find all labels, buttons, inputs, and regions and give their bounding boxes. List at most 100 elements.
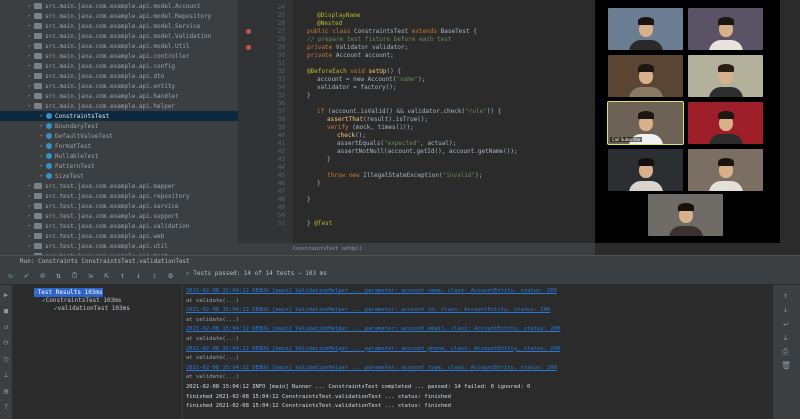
code-token: "invalid" xyxy=(442,172,476,179)
code-line: private Account account; xyxy=(307,52,394,60)
tree-item[interactable]: ▸ src.test.java.com.example.api.repositor… xyxy=(0,191,238,201)
tree-item[interactable]: ▸ FormatTest xyxy=(0,141,238,151)
scroll-to-end-icon[interactable]: ⤓ xyxy=(781,333,790,342)
tree-item[interactable]: ▸ src.main.java.com.example.api.handler xyxy=(0,91,238,101)
help-icon[interactable]: ? xyxy=(2,403,10,411)
breakpoint-icon[interactable] xyxy=(246,29,251,34)
line-number: 26 xyxy=(277,20,285,27)
tree-item[interactable]: ▸ DefaultValueTest xyxy=(0,131,238,141)
tree-item[interactable]: ▸ PatternTest xyxy=(0,161,238,171)
tree-item-label: NullableTest xyxy=(55,152,99,160)
breakpoint-icon[interactable] xyxy=(246,45,251,50)
line-number: 50 xyxy=(277,212,285,219)
tree-item[interactable]: ▸ src.main.java.com.example.api.entity xyxy=(0,81,238,91)
code-token: private xyxy=(307,44,336,51)
tree-item-label: ConstraintsTest xyxy=(55,112,110,120)
pass-filter-icon[interactable]: ✔ xyxy=(21,270,32,281)
tree-item[interactable]: ▸ src.main.java.com.example.api.model.Ser… xyxy=(0,21,238,31)
participant-body xyxy=(708,87,743,97)
tree-item[interactable]: ▸ src.main.java.com.example.api.dto xyxy=(0,71,238,81)
tree-item-label: src.main.java.com.example.api.handler xyxy=(45,92,179,100)
test-tree-label: Test Results 103ms xyxy=(37,289,103,296)
scroll-up-icon[interactable]: ↑ xyxy=(781,291,790,300)
participant-tile xyxy=(648,194,723,236)
breadcrumb[interactable]: ConstraintsTest setUp() xyxy=(238,243,595,255)
tree-item[interactable]: ▸ src.test.java.com.example.api.validatio… xyxy=(0,221,238,231)
trash-icon[interactable]: 🗑 xyxy=(781,361,791,370)
prev-failed-icon[interactable]: ↑ xyxy=(117,270,128,281)
tree-item[interactable]: ▸ src.main.java.com.example.api.model.Uti… xyxy=(0,41,238,51)
tree-item[interactable]: ▸ src.test.java.com.example.api.support xyxy=(0,211,238,221)
code-token: "rule" xyxy=(465,108,487,115)
participant-tile xyxy=(688,8,763,50)
ignored-filter-icon[interactable]: ⊘ xyxy=(37,270,48,281)
tree-item[interactable]: ▸ src.main.java.com.example.api.model.Val… xyxy=(0,31,238,41)
sort-duration-icon[interactable]: ⏱ xyxy=(69,270,80,281)
console-link[interactable]: 2021-02-08 15:04:12 DEBUG [main] Validat… xyxy=(186,365,557,373)
stop-icon[interactable]: ■ xyxy=(2,307,10,315)
line-number: 46 xyxy=(277,180,285,187)
code-line: assertEquals("expected", actual); xyxy=(337,140,456,148)
tree-item[interactable]: ▸ SizeTest xyxy=(0,171,238,181)
tree-item[interactable]: ▸ src.test.java.com.example.api.service xyxy=(0,201,238,211)
code-token: if xyxy=(317,108,328,115)
tree-item-label: src.test.java.com.example.api.web xyxy=(45,232,165,240)
participant-tile xyxy=(688,102,763,144)
folder-icon xyxy=(34,53,42,59)
tree-item-label: src.main.java.com.example.api.model.Serv… xyxy=(45,22,201,30)
line-number: 36 xyxy=(277,100,285,107)
scroll-down-icon[interactable]: ↓ xyxy=(781,305,790,314)
console-link[interactable]: 2021-02-08 15:04:12 DEBUG [main] Validat… xyxy=(186,346,560,354)
tree-item[interactable]: ▸ src.main.java.com.example.api.model.Rep… xyxy=(0,11,238,21)
tree-item[interactable]: ▸ NullableTest xyxy=(0,151,238,161)
project-tree[interactable]: ▸ src.main.java.com.example.api.model.Acc… xyxy=(0,0,238,255)
tree-item[interactable]: ▸ src.main.java.com.example.api.model.Acc… xyxy=(0,1,238,11)
tree-item[interactable]: ▸ src.main.java.com.example.api.helper xyxy=(0,101,238,111)
tree-item[interactable]: ▸ src.main.java.com.example.api.controlle… xyxy=(0,51,238,61)
export-icon[interactable]: ⇪ xyxy=(149,270,160,281)
code-token: @BeforeEach xyxy=(307,68,351,75)
console-link[interactable]: 2021-02-08 15:04:12 DEBUG [main] Validat… xyxy=(186,307,550,315)
rerun-failed-icon[interactable]: ↺ xyxy=(2,323,10,331)
code-token: throw xyxy=(327,172,349,179)
class-icon xyxy=(46,123,52,129)
soft-wrap-icon[interactable]: ↵ xyxy=(781,319,790,328)
tree-item-label: src.main.java.com.example.api.config xyxy=(45,62,176,70)
settings-gear-icon[interactable]: ⚙ xyxy=(165,270,176,281)
tree-item[interactable]: ▸ src.test.java.com.example.api.web xyxy=(0,231,238,241)
next-failed-icon[interactable]: ↓ xyxy=(133,270,144,281)
participant-body xyxy=(708,40,743,50)
code-line: verify (mock, times(1)); xyxy=(327,124,414,132)
tree-item[interactable]: ▸ ConstraintsTest xyxy=(0,111,238,121)
tree-item[interactable]: ▸ BoundaryTest xyxy=(0,121,238,131)
console-link[interactable]: 2021-02-08 15:04:12 DEBUG [main] Validat… xyxy=(186,326,560,334)
code-token: verify xyxy=(327,124,353,131)
run-panel-header[interactable]: Run: Constraints ConstraintsTest.validat… xyxy=(0,255,800,267)
camera-icon[interactable]: ◫ xyxy=(2,355,10,363)
rerun-icon[interactable]: ↻ xyxy=(5,270,16,281)
code-line: } xyxy=(317,180,321,188)
code-token: , actual); xyxy=(420,140,457,147)
console-link[interactable]: 2021-02-08 15:04:12 DEBUG [main] Validat… xyxy=(186,288,557,296)
tree-item[interactable]: ▸ src.test.java.com.example.api.util xyxy=(0,241,238,251)
test-results-tree[interactable]: ✔ Test Results 103ms ✔ ConstraintsTest 10… xyxy=(12,285,183,419)
participant-body xyxy=(628,40,663,50)
tree-item[interactable]: ▸ src.test.java.com.example.api.mapper xyxy=(0,181,238,191)
tree-item-label: src.main.java.com.example.api.model.Vali… xyxy=(45,32,212,40)
sort-alpha-icon[interactable]: ⇅ xyxy=(53,270,64,281)
run-icon[interactable]: ▶ xyxy=(2,291,10,299)
code-editor[interactable]: @DisplayName @Nested public class Constrai… xyxy=(293,0,595,243)
pin-icon[interactable]: ⊥ xyxy=(2,371,10,379)
line-number: 51 xyxy=(277,220,285,227)
console-line: at validate(...) xyxy=(186,316,239,323)
console-output[interactable]: 2021-02-08 15:04:12 DEBUG [main] Validat… xyxy=(183,285,773,419)
expand-all-icon[interactable]: ⇲ xyxy=(85,270,96,281)
collapse-all-icon[interactable]: ⇱ xyxy=(101,270,112,281)
layout-icon[interactable]: ▤ xyxy=(2,387,10,395)
test-tree-row[interactable]: ✔ validationTest 103ms xyxy=(54,304,130,313)
print-icon[interactable]: ⎙ xyxy=(781,347,790,356)
toggle-auto-test-icon[interactable]: ⟳ xyxy=(2,339,10,347)
tree-item[interactable]: ▸ src.main.java.com.example.api.config xyxy=(0,61,238,71)
participant-tile xyxy=(608,55,683,97)
folder-icon xyxy=(34,243,42,249)
